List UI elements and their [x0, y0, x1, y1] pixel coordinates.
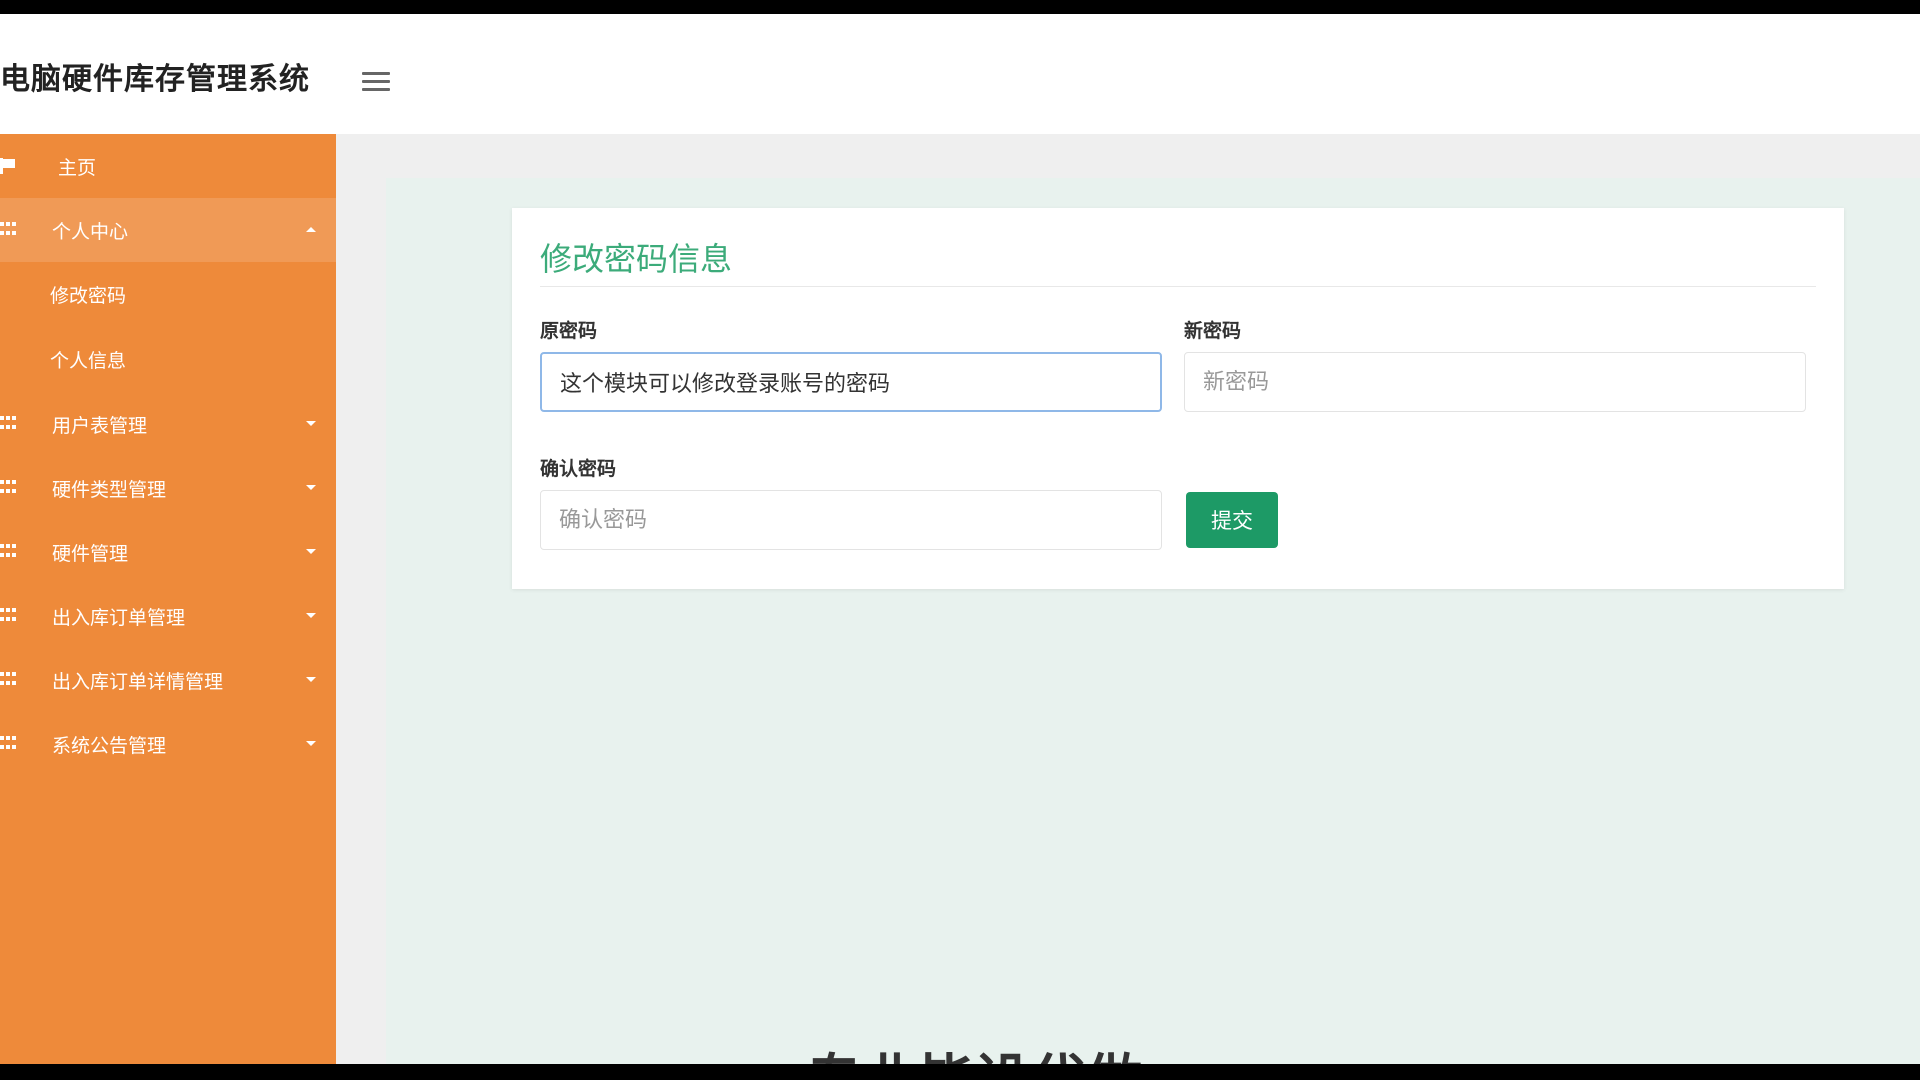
grid-icon [0, 222, 18, 238]
sidebar-item-order-management[interactable]: 出入库订单管理 [0, 584, 336, 648]
chevron-down-icon [306, 741, 316, 746]
submit-button[interactable]: 提交 [1186, 492, 1278, 548]
flag-icon [0, 158, 18, 174]
video-caption-overlay: 专业毕设代做 [806, 1036, 1142, 1064]
chevron-up-icon [306, 227, 316, 232]
new-password-field[interactable] [1184, 352, 1806, 412]
sidebar-item-announcement-management[interactable]: 系统公告管理 [0, 712, 336, 776]
sidebar-subitem-change-password[interactable]: 修改密码 [0, 262, 336, 327]
sidebar-subitem-personal-info[interactable]: 个人信息 [0, 327, 336, 392]
sidebar-item-label: 个人中心 [52, 220, 129, 243]
sidebar-item-label: 用户表管理 [52, 414, 148, 437]
confirm-password-field[interactable] [540, 490, 1162, 550]
sidebar-item-hardware-management[interactable]: 硬件管理 [0, 520, 336, 584]
grid-icon [0, 608, 18, 624]
grid-icon [0, 544, 18, 560]
grid-icon [0, 480, 18, 496]
chevron-down-icon [306, 485, 316, 490]
sidebar-item-label: 出入库订单详情管理 [52, 670, 224, 693]
sidebar-item-label: 出入库订单管理 [52, 606, 186, 629]
confirm-password-label: 确认密码 [540, 458, 617, 480]
divider [540, 286, 1816, 287]
change-password-card: 修改密码信息 原密码 新密码 确认密码 提交 [512, 208, 1844, 589]
page-title: 修改密码信息 [540, 240, 733, 278]
sidebar-item-order-detail-management[interactable]: 出入库订单详情管理 [0, 648, 336, 712]
sidebar-item-label: 系统公告管理 [52, 734, 167, 757]
sidebar-item-hardware-type-management[interactable]: 硬件类型管理 [0, 456, 336, 520]
app-window: 电脑硬件库存管理系统 主页 个人中心 修改密码 个人信息 用户表管理 硬件类型管… [0, 14, 1920, 1064]
grid-icon [0, 736, 18, 752]
old-password-label: 原密码 [540, 320, 598, 342]
app-title: 电脑硬件库存管理系统 [0, 62, 310, 97]
new-password-label: 新密码 [1184, 320, 1242, 342]
sidebar-item-label: 硬件类型管理 [52, 478, 167, 501]
sidebar-item-user-management[interactable]: 用户表管理 [0, 392, 336, 456]
sidebar-item-label: 硬件管理 [52, 542, 129, 565]
chevron-down-icon [306, 549, 316, 554]
top-header: 电脑硬件库存管理系统 [0, 14, 1920, 134]
chevron-down-icon [306, 613, 316, 618]
old-password-field[interactable] [540, 352, 1162, 412]
grid-icon [0, 672, 18, 688]
sidebar-item-home[interactable]: 主页 [0, 134, 336, 198]
grid-icon [0, 416, 18, 432]
sidebar-item-personal-center[interactable]: 个人中心 [0, 198, 336, 262]
chevron-down-icon [306, 421, 316, 426]
sidebar-item-label: 主页 [58, 156, 97, 179]
sidebar: 主页 个人中心 修改密码 个人信息 用户表管理 硬件类型管理 硬件管理 出入库订… [0, 134, 336, 1064]
chevron-down-icon [306, 677, 316, 682]
hamburger-menu-icon[interactable] [362, 72, 390, 94]
